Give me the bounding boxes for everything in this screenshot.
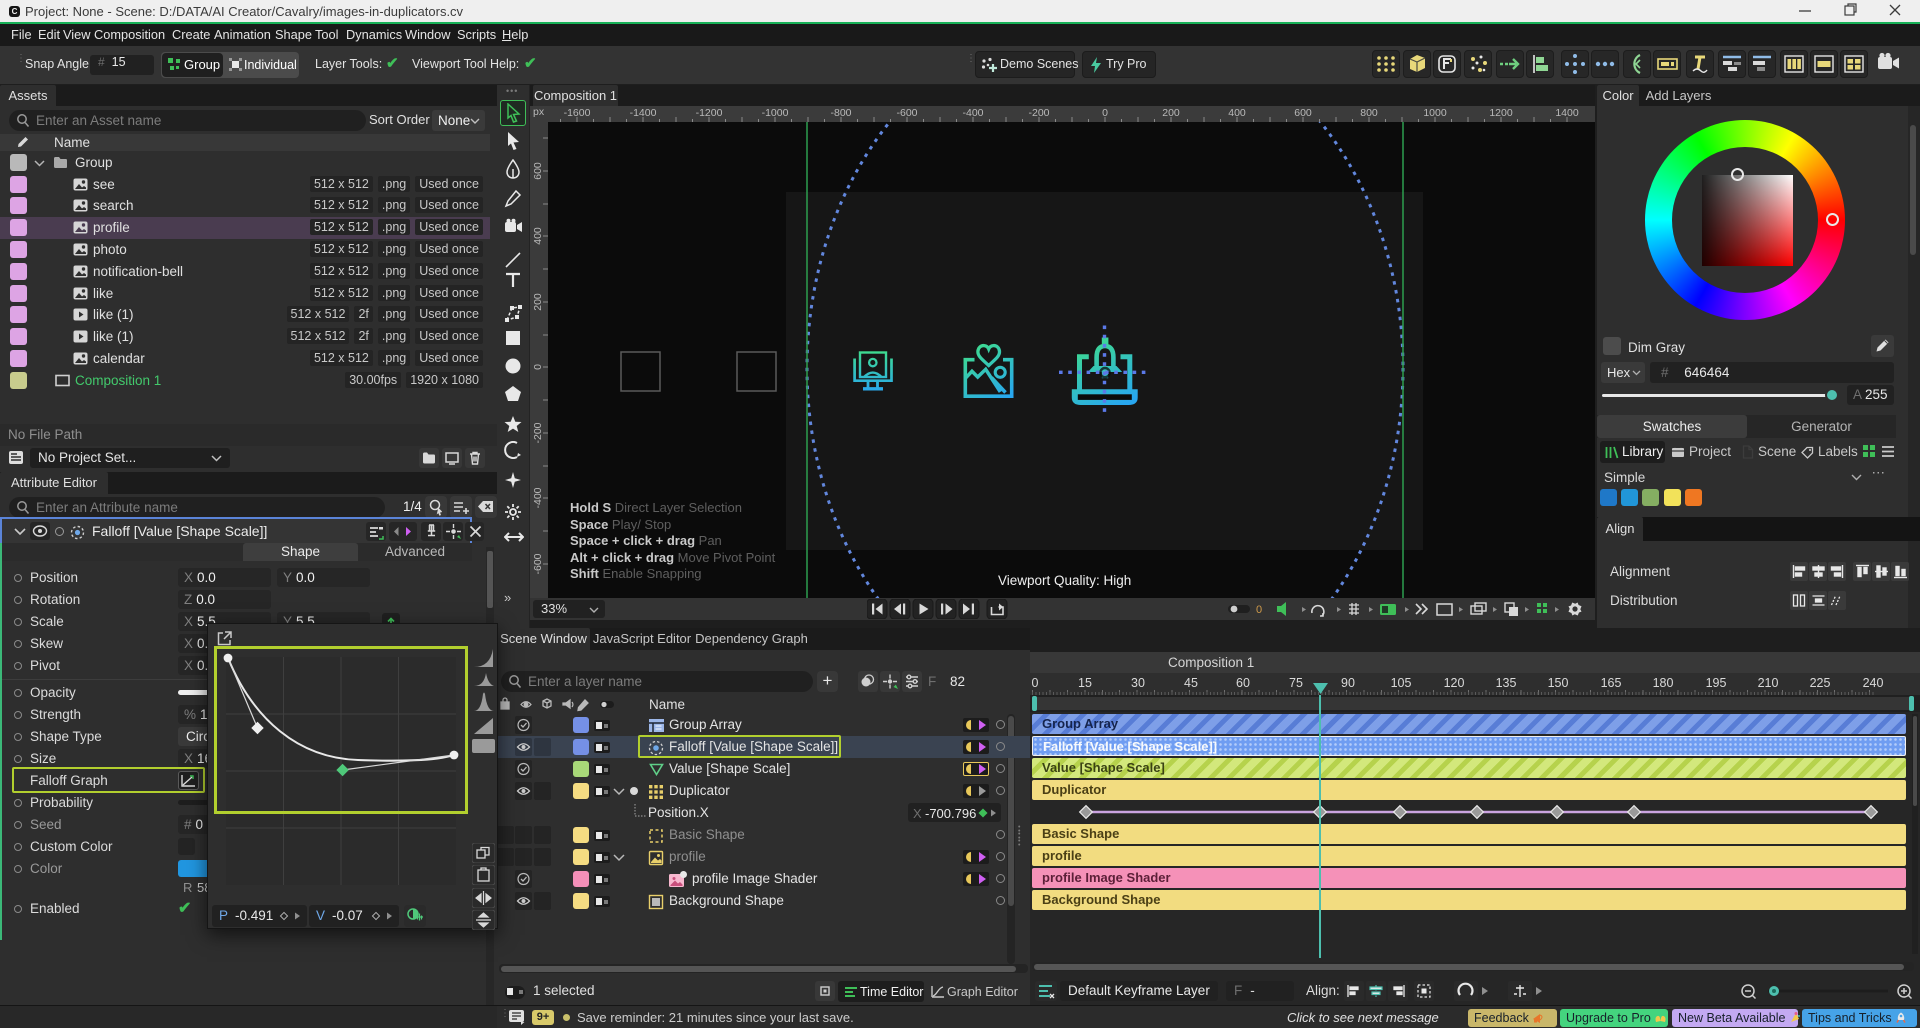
svg-text:600: 600 bbox=[532, 162, 544, 180]
svg-text:200: 200 bbox=[532, 293, 544, 311]
svg-text:-400: -400 bbox=[532, 487, 544, 508]
svg-text:-600: -600 bbox=[532, 553, 544, 574]
svg-text:0: 0 bbox=[1256, 604, 1262, 616]
svg-text:400: 400 bbox=[532, 227, 544, 245]
svg-text:-200: -200 bbox=[532, 422, 544, 443]
svg-text:0: 0 bbox=[532, 364, 544, 370]
